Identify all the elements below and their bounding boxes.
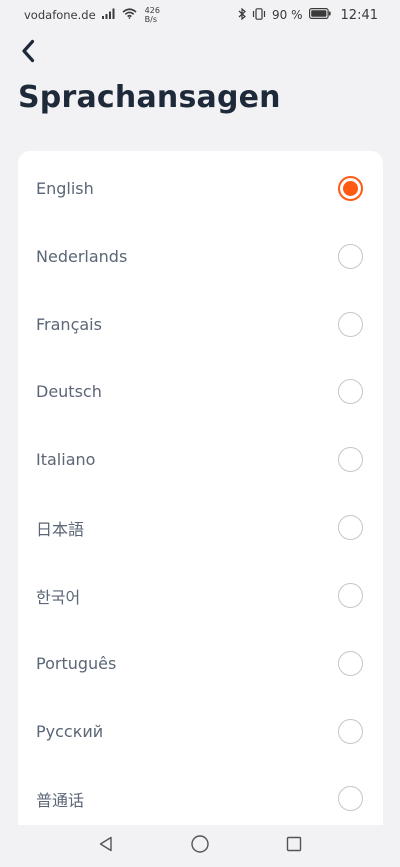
radio-icon[interactable] bbox=[338, 379, 363, 404]
status-right: 90 % 12:41 bbox=[238, 7, 378, 23]
language-option-deutsch[interactable]: Deutsch bbox=[18, 358, 383, 425]
nav-home-button[interactable] bbox=[185, 831, 215, 861]
language-label: 日本語 bbox=[36, 519, 85, 539]
radio-icon[interactable] bbox=[338, 515, 363, 540]
language-option-korean[interactable]: 한국어 bbox=[18, 562, 383, 629]
radio-icon[interactable] bbox=[338, 244, 363, 269]
network-speed: 426 B/s bbox=[145, 6, 160, 24]
battery-percent: 90 % bbox=[272, 8, 303, 22]
chevron-left-icon bbox=[21, 39, 35, 67]
language-option-japanese[interactable]: 日本語 bbox=[18, 494, 383, 561]
status-bar: vodafone.de 426 B/s 90 % 12:41 bbox=[0, 0, 400, 30]
back-button[interactable] bbox=[14, 38, 42, 68]
language-label: Italiano bbox=[36, 450, 96, 469]
language-label: English bbox=[36, 179, 94, 198]
language-option-russian[interactable]: Русский bbox=[18, 698, 383, 765]
language-option-mandarin[interactable]: 普通话 bbox=[18, 765, 383, 831]
language-label: Nederlands bbox=[36, 247, 128, 266]
system-nav-bar bbox=[0, 825, 400, 867]
carrier-name: vodafone.de bbox=[24, 8, 96, 22]
wifi-icon bbox=[122, 8, 137, 22]
language-option-english[interactable]: English bbox=[18, 155, 383, 222]
status-left: vodafone.de 426 B/s bbox=[24, 6, 160, 24]
language-label: Deutsch bbox=[36, 382, 102, 401]
language-label: 한국어 bbox=[36, 587, 81, 607]
language-option-italiano[interactable]: Italiano bbox=[18, 426, 383, 493]
radio-icon[interactable] bbox=[338, 583, 363, 608]
clock: 12:41 bbox=[340, 7, 378, 23]
radio-selected-icon[interactable] bbox=[338, 176, 363, 201]
radio-icon[interactable] bbox=[338, 651, 363, 676]
language-option-portugues[interactable]: Português bbox=[18, 630, 383, 697]
nav-back-button[interactable] bbox=[91, 831, 121, 861]
battery-icon bbox=[308, 8, 331, 22]
radio-icon[interactable] bbox=[338, 719, 363, 744]
signal-icon bbox=[101, 8, 116, 22]
language-option-francais[interactable]: Français bbox=[18, 291, 383, 358]
network-speed-value: 426 bbox=[144, 6, 160, 15]
nav-recents-button[interactable] bbox=[279, 831, 309, 861]
bluetooth-icon bbox=[238, 7, 246, 23]
back-triangle-icon bbox=[97, 835, 115, 857]
language-list: English Nederlands Français Deutsch Ital… bbox=[18, 151, 383, 831]
radio-icon[interactable] bbox=[338, 312, 363, 337]
language-label: Français bbox=[36, 315, 102, 334]
radio-icon[interactable] bbox=[338, 786, 363, 811]
page-title: Sprachansagen bbox=[18, 80, 281, 115]
language-label: Português bbox=[36, 654, 117, 673]
vibrate-icon bbox=[252, 7, 266, 23]
radio-dot bbox=[343, 181, 358, 196]
language-label: 普通话 bbox=[36, 790, 85, 810]
radio-icon[interactable] bbox=[338, 447, 363, 472]
language-option-nederlands[interactable]: Nederlands bbox=[18, 223, 383, 290]
recents-square-icon bbox=[285, 835, 303, 857]
language-label: Русский bbox=[36, 722, 104, 741]
network-speed-unit: B/s bbox=[144, 15, 158, 24]
home-circle-icon bbox=[190, 834, 210, 858]
